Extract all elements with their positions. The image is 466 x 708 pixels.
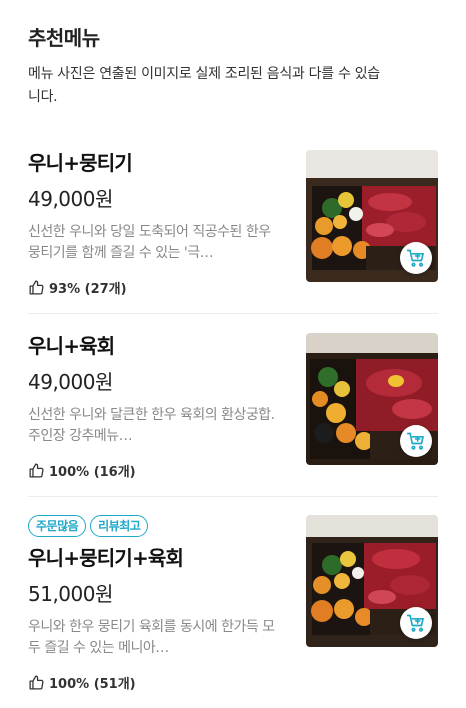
- divider: [28, 313, 438, 314]
- menu-item-price: 49,000원: [28, 187, 113, 211]
- rating-text: 100% (51개): [49, 677, 136, 692]
- cart-plus-icon: [406, 432, 424, 450]
- menu-item-info: 우니+육회 49,000원 신선한 우니와 달큰한 한우 육회의 환상궁합. 주…: [28, 333, 290, 480]
- menu-item[interactable]: 주문많음 리뷰최고 우니+뭉티기+육회 51,000원 우니와 한우 뭉티기 육…: [28, 515, 438, 695]
- section-title: 추천메뉴: [28, 26, 100, 50]
- badge-popular: 주문많음: [28, 515, 87, 537]
- menu-item[interactable]: 우니+육회 49,000원 신선한 우니와 달큰한 한우 육회의 환상궁합. 주…: [28, 333, 438, 480]
- menu-item-name: 우니+뭉티기+육회: [28, 546, 184, 570]
- thumbs-up-icon: [29, 675, 44, 690]
- divider: [28, 496, 438, 497]
- add-to-cart-button[interactable]: [400, 242, 432, 274]
- menu-item-description: 신선한 우니와 당일 도축되어 직공수된 한우 뭉티기를 함께 즐길 수 있는 …: [28, 224, 271, 261]
- rating-text: 93% (27개): [49, 282, 127, 297]
- add-to-cart-button[interactable]: [400, 607, 432, 639]
- menu-item-description: 신선한 우니와 달큰한 한우 육회의 환상궁합. 주인장 강추메뉴…: [28, 407, 275, 444]
- menu-item-rating: 100% (16개): [28, 461, 290, 480]
- menu-item-price: 49,000원: [28, 370, 113, 394]
- recommended-menu-header: 추천메뉴 메뉴 사진은 연출된 이미지로 실제 조리된 음식과 다를 수 있습니…: [28, 22, 448, 109]
- add-to-cart-button[interactable]: [400, 425, 432, 457]
- menu-item-photo[interactable]: [306, 515, 438, 647]
- thumbs-up-icon: [29, 463, 44, 478]
- thumbs-up-icon: [29, 280, 44, 295]
- photo-notice: 메뉴 사진은 연출된 이미지로 실제 조리된 음식과 다를 수 있습니다.: [28, 66, 380, 105]
- menu-item-price: 51,000원: [28, 582, 113, 606]
- cart-plus-icon: [406, 249, 424, 267]
- menu-item-rating: 100% (51개): [28, 673, 290, 692]
- menu-item[interactable]: 우니+뭉티기 49,000원 신선한 우니와 당일 도축되어 직공수된 한우 뭉…: [28, 150, 438, 297]
- menu-item-rating: 93% (27개): [28, 278, 290, 297]
- menu-item-description: 우니와 한우 뭉티기 육회를 동시에 한가득 모두 즐길 수 있는 메니아…: [28, 619, 275, 656]
- menu-item-info: 주문많음 리뷰최고 우니+뭉티기+육회 51,000원 우니와 한우 뭉티기 육…: [28, 515, 290, 692]
- menu-item-info: 우니+뭉티기 49,000원 신선한 우니와 당일 도축되어 직공수된 한우 뭉…: [28, 150, 290, 297]
- rating-text: 100% (16개): [49, 465, 136, 480]
- menu-item-name: 우니+육회: [28, 334, 115, 358]
- menu-item-name: 우니+뭉티기: [28, 151, 133, 175]
- cart-plus-icon: [406, 614, 424, 632]
- badge-top-review: 리뷰최고: [90, 515, 149, 537]
- menu-item-photo[interactable]: [306, 333, 438, 465]
- menu-item-photo[interactable]: [306, 150, 438, 282]
- badge-list: 주문많음 리뷰최고: [28, 515, 290, 537]
